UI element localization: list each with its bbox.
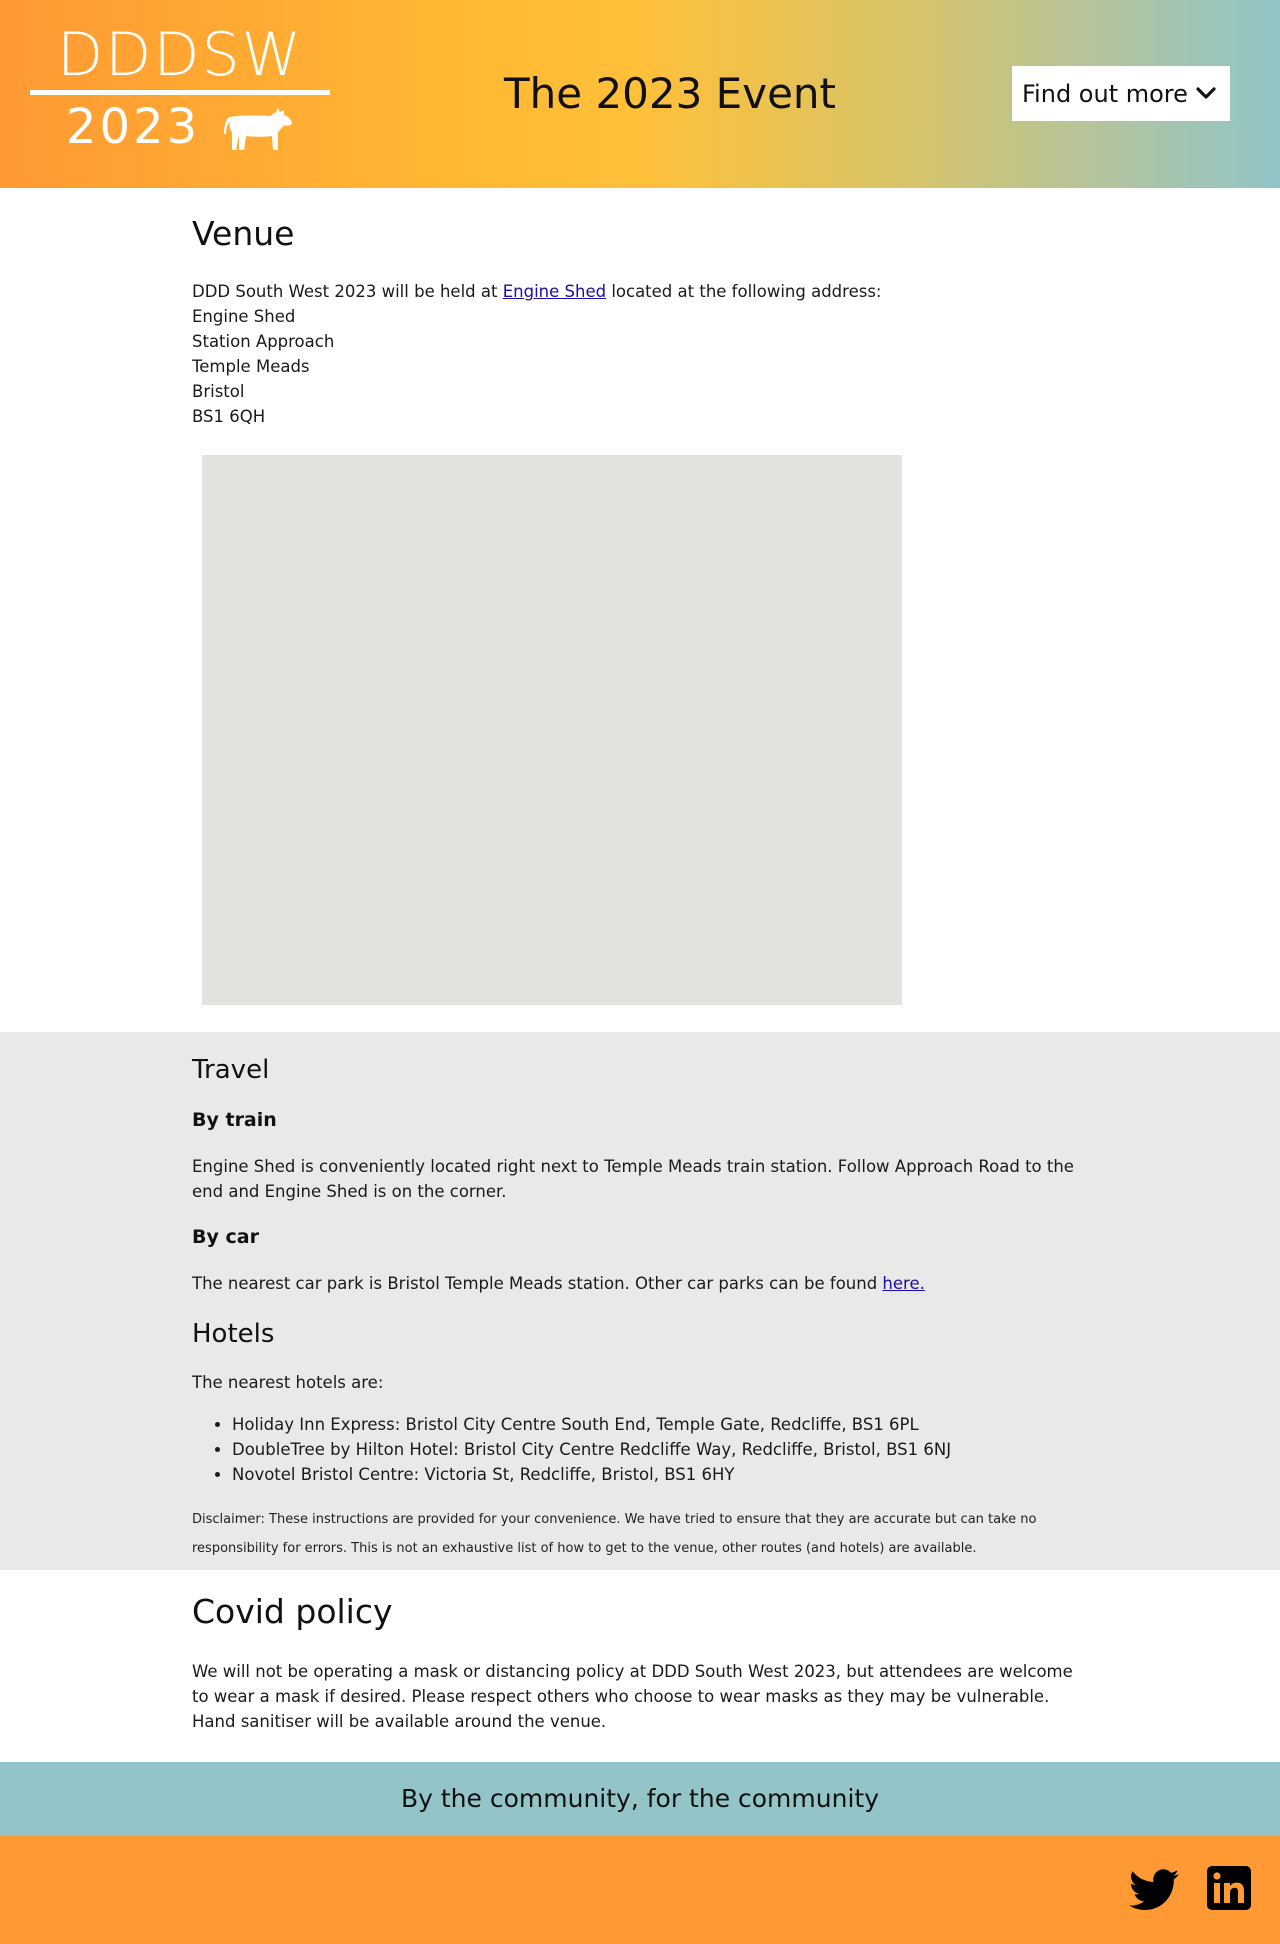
- community-banner: By the community, for the community: [0, 1762, 1280, 1836]
- dddsw-logo[interactable]: DDDSW 2023: [28, 20, 332, 156]
- venue-heading: Venue: [192, 214, 295, 253]
- twitter-icon[interactable]: [1129, 1868, 1179, 1912]
- travel-heading: Travel: [192, 1055, 270, 1085]
- chevron-down-icon: [1196, 87, 1216, 99]
- hotels-intro: The nearest hotels are:: [192, 1373, 384, 1392]
- venue-intro-after: located at the following address:: [606, 282, 882, 301]
- page-title: The 2023 Event: [503, 69, 837, 118]
- car-text-before: The nearest car park is Bristol Temple M…: [192, 1274, 883, 1293]
- car-parks-link[interactable]: here.: [882, 1274, 924, 1293]
- site-header: DDDSW 2023 The 2023 Event Find out more: [0, 0, 1280, 188]
- logo-rule: [30, 90, 330, 95]
- address-line: Temple Meads: [192, 357, 310, 376]
- covid-text: We will not be operating a mask or dista…: [192, 1662, 1073, 1731]
- address-line: BS1 6QH: [192, 407, 266, 426]
- linkedin-icon[interactable]: [1207, 1866, 1251, 1910]
- list-item: Novotel Bristol Centre: Victoria St, Red…: [232, 1462, 1092, 1487]
- covid-heading: Covid policy: [192, 1592, 393, 1631]
- community-tagline: By the community, for the community: [400, 1784, 879, 1813]
- find-out-more-label: Find out more: [1022, 79, 1188, 108]
- find-out-more-button[interactable]: Find out more: [1012, 66, 1230, 121]
- venue-intro-before: DDD South West 2023 will be held at: [192, 282, 503, 301]
- cow-icon: [224, 108, 292, 150]
- by-train-heading: By train: [192, 1109, 277, 1131]
- hotels-heading: Hotels: [192, 1319, 275, 1349]
- logo-year: 2023: [66, 99, 201, 155]
- venue-intro: DDD South West 2023 will be held at Engi…: [192, 279, 1092, 304]
- list-item: Holiday Inn Express: Bristol City Centre…: [232, 1412, 1092, 1437]
- venue-map[interactable]: [202, 455, 902, 1005]
- logo-wordmark: DDDSW: [56, 20, 303, 90]
- site-footer: [0, 1836, 1280, 1944]
- address-line: Engine Shed: [192, 307, 296, 326]
- by-car-heading: By car: [192, 1226, 259, 1248]
- address-line: Bristol: [192, 382, 245, 401]
- list-item: DoubleTree by Hilton Hotel: Bristol City…: [232, 1437, 1092, 1462]
- car-text: The nearest car park is Bristol Temple M…: [192, 1271, 1092, 1296]
- address-line: Station Approach: [192, 332, 335, 351]
- hotels-list: Holiday Inn Express: Bristol City Centre…: [232, 1412, 1092, 1487]
- engine-shed-link[interactable]: Engine Shed: [503, 282, 606, 301]
- disclaimer-text: Disclaimer: These instructions are provi…: [192, 1512, 1037, 1556]
- train-text: Engine Shed is conveniently located righ…: [192, 1157, 1074, 1201]
